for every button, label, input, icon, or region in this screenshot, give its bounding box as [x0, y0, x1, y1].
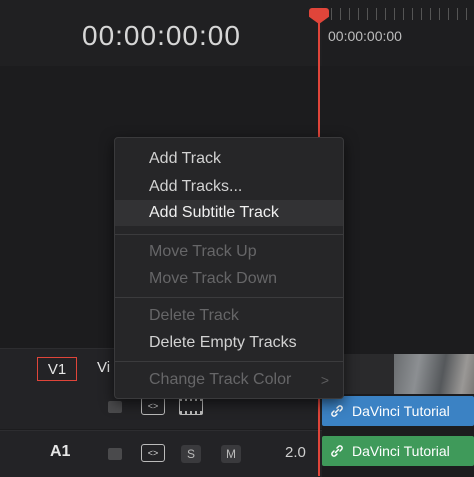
timeline-ruler[interactable]: 00:00:00:00	[322, 0, 474, 67]
timecode-display: 00:00:00:00	[82, 20, 241, 51]
menu-item-delete-empty-tracks[interactable]: Delete Empty Tracks	[115, 330, 343, 356]
link-icon	[330, 404, 344, 418]
track-id-v1[interactable]: V1	[37, 357, 77, 381]
menu-item-move-track-down: Move Track Down	[149, 270, 278, 287]
link-icon	[330, 444, 344, 458]
menu-item-move-track-up: Move Track Up	[149, 243, 257, 260]
menu-item-add-subtitle-track[interactable]: Add Subtitle Track	[115, 200, 343, 226]
track-name-v1[interactable]: Vi	[97, 359, 110, 376]
video-thumbnail	[394, 354, 474, 394]
menu-separator	[115, 234, 343, 235]
mute-button[interactable]: M	[221, 445, 241, 463]
track-context-menu: Add Track Add Tracks... Add Subtitle Tra…	[114, 137, 344, 399]
audio-clip-title: DaVinci Tutorial	[352, 443, 450, 459]
video-clip[interactable]	[322, 354, 474, 394]
video-clip-title: DaVinci Tutorial	[352, 403, 450, 419]
lock-icon[interactable]	[108, 448, 122, 460]
menu-item-delete-track: Delete Track	[149, 307, 239, 324]
audio-channels: 2.0	[285, 444, 306, 461]
menu-item-add-track[interactable]: Add Track	[115, 146, 343, 172]
film-icon[interactable]	[179, 397, 203, 415]
ruler-timecode: 00:00:00:00	[328, 28, 402, 44]
menu-item-add-tracks[interactable]: Add Tracks...	[115, 174, 343, 200]
menu-item-change-track-color: Change Track Color >	[115, 367, 343, 393]
audio-track-header[interactable]: A1 <> S M 2.0	[0, 430, 322, 477]
change-track-color-label: Change Track Color	[149, 371, 292, 388]
code-icon[interactable]: <>	[141, 397, 165, 415]
menu-separator	[115, 361, 343, 362]
chevron-right-icon: >	[320, 372, 329, 388]
audio-clip-bar[interactable]: DaVinci Tutorial	[322, 436, 474, 466]
track-id-a1[interactable]: A1	[50, 443, 70, 461]
timeline-header: 00:00:00:00	[0, 0, 322, 67]
menu-separator	[115, 297, 343, 298]
lock-icon[interactable]	[108, 401, 122, 413]
video-clip-bar[interactable]: DaVinci Tutorial	[322, 396, 474, 426]
ruler-ticks	[322, 8, 474, 20]
solo-button[interactable]: S	[181, 445, 201, 463]
code-icon[interactable]: <>	[141, 444, 165, 462]
